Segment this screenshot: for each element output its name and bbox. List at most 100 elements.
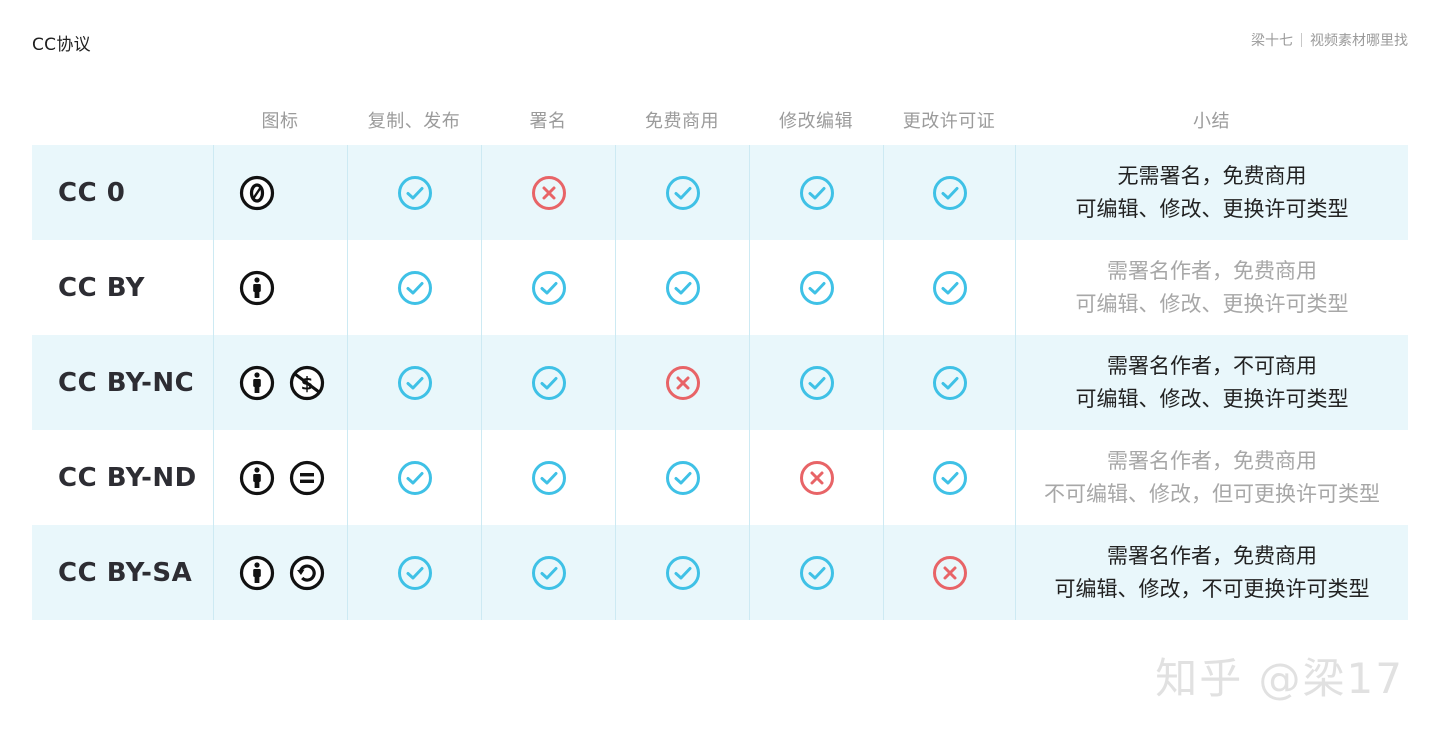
check-circle-icon: [665, 175, 701, 211]
check-circle-icon: [397, 175, 433, 211]
check-circle-icon: [799, 555, 835, 591]
table-row: CC BY-NC $ 需署名作者，不可商用可编辑、修改、更换许可类型: [32, 335, 1408, 430]
summary-line: 可编辑、修改，不可更换许可类型: [1054, 576, 1370, 601]
license-icons-cell: [213, 430, 347, 525]
header-attribution: 署名: [529, 111, 567, 132]
summary-cell: 需署名作者，免费商用可编辑、修改、更换许可类型: [1015, 240, 1408, 335]
cc-nd-noderivatives-icon: [289, 460, 325, 496]
caption-divider: [1301, 33, 1302, 47]
license-name: CC 0: [58, 177, 126, 208]
zhihu-watermark: 知乎 @梁17: [1155, 654, 1404, 703]
check-circle-icon: [799, 365, 835, 401]
cc-zero-icon: [239, 175, 275, 211]
cell-modify: [749, 240, 883, 335]
header-icons: 图标: [261, 111, 299, 132]
cell-attribution: [481, 430, 615, 525]
check-circle-icon: [799, 175, 835, 211]
check-circle-icon: [397, 365, 433, 401]
cell-change-license: [883, 145, 1015, 240]
top-right-caption: 梁十七 视频素材哪里找: [1251, 30, 1408, 50]
summary-cell: 需署名作者，不可商用可编辑、修改、更换许可类型: [1015, 335, 1408, 430]
check-circle-icon: [531, 460, 567, 496]
summary-cell: 无需署名，免费商用可编辑、修改、更换许可类型: [1015, 145, 1408, 240]
license-name-cell: CC BY: [32, 240, 213, 335]
license-name-cell: CC BY-SA: [32, 525, 213, 620]
cell-modify: [749, 145, 883, 240]
check-circle-icon: [932, 365, 968, 401]
cell-commercial: [615, 145, 749, 240]
cc-by-attribution-icon: [239, 555, 275, 591]
check-circle-icon: [665, 270, 701, 306]
check-circle-icon: [799, 270, 835, 306]
header-change-license: 更改许可证: [902, 111, 996, 132]
header-blank: [32, 96, 213, 144]
cell-attribution: [481, 240, 615, 335]
cell-change-license: [883, 335, 1015, 430]
author-label: 梁十七: [1251, 33, 1293, 49]
summary-line: 需署名作者，免费商用: [1107, 543, 1317, 568]
check-circle-icon: [665, 460, 701, 496]
cell-copy-publish: [347, 240, 481, 335]
check-circle-icon: [531, 270, 567, 306]
cell-commercial: [615, 240, 749, 335]
subtitle-label: 视频素材哪里找: [1310, 33, 1408, 49]
license-name: CC BY: [58, 272, 145, 303]
table-row: CC 0 无需署名，免费商用可编辑、修改、更换许可类型: [32, 145, 1408, 240]
check-circle-icon: [932, 175, 968, 211]
license-name: CC BY-NC: [58, 367, 195, 398]
cell-modify: [749, 525, 883, 620]
cell-copy-publish: [347, 525, 481, 620]
cross-circle-icon: [932, 555, 968, 591]
cell-copy-publish: [347, 430, 481, 525]
cc-nc-noncommercial-icon: $: [289, 365, 325, 401]
check-circle-icon: [932, 270, 968, 306]
summary-cell: 需署名作者，免费商用 不可编辑、修改，但可更换许可类型: [1015, 430, 1408, 525]
license-table: CC 0 无需署名，免费商用可编辑、修改、更换许可类型 CC BY 需署名作者，免费商…: [32, 145, 1408, 620]
header-copy-publish: 复制、发布: [367, 111, 461, 132]
cell-change-license: [883, 525, 1015, 620]
cell-modify: [749, 335, 883, 430]
license-name-cell: CC BY-NC: [32, 335, 213, 430]
cross-circle-icon: [799, 460, 835, 496]
cross-circle-icon: [531, 175, 567, 211]
header-summary: 小结: [1193, 111, 1230, 132]
license-icons-cell: [213, 525, 347, 620]
check-circle-icon: [397, 270, 433, 306]
check-circle-icon: [397, 460, 433, 496]
check-circle-icon: [665, 555, 701, 591]
summary-line: 需署名作者，免费商用: [1107, 258, 1317, 283]
check-circle-icon: [531, 365, 567, 401]
cross-circle-icon: [665, 365, 701, 401]
check-circle-icon: [397, 555, 433, 591]
cell-attribution: [481, 335, 615, 430]
cell-copy-publish: [347, 335, 481, 430]
license-icons-cell: [213, 145, 347, 240]
cell-attribution: [481, 145, 615, 240]
summary-line: 需署名作者，不可商用: [1107, 353, 1317, 378]
table-row: CC BY 需署名作者，免费商用可编辑、修改、更换许可类型: [32, 240, 1408, 335]
cell-commercial: [615, 430, 749, 525]
header-commercial: 免费商用: [645, 111, 719, 132]
cell-commercial: [615, 525, 749, 620]
check-circle-icon: [531, 555, 567, 591]
summary-line: 可编辑、修改、更换许可类型: [1075, 196, 1349, 221]
license-name-cell: CC BY-ND: [32, 430, 213, 525]
summary-cell: 需署名作者，免费商用可编辑、修改，不可更换许可类型: [1015, 525, 1408, 620]
summary-line: 可编辑、修改、更换许可类型: [1075, 291, 1349, 316]
license-name-cell: CC 0: [32, 145, 213, 240]
summary-line: 可编辑、修改、更换许可类型: [1075, 386, 1349, 411]
license-name: CC BY-SA: [58, 557, 193, 588]
cc-by-attribution-icon: [239, 270, 275, 306]
cell-copy-publish: [347, 145, 481, 240]
cc-by-attribution-icon: [239, 365, 275, 401]
cc-by-attribution-icon: [239, 460, 275, 496]
license-icons-cell: [213, 240, 347, 335]
cell-commercial: [615, 335, 749, 430]
license-name: CC BY-ND: [58, 462, 197, 493]
table-header: 图标 复制、发布 署名 免费商用 修改编辑 更改许可证 小结: [32, 96, 1408, 144]
cell-attribution: [481, 525, 615, 620]
page-title: CC协议: [32, 35, 91, 55]
table-row: CC BY-SA 需署名作者，免费商用可编辑、修改，不可更换许可类型: [32, 525, 1408, 620]
cell-change-license: [883, 240, 1015, 335]
summary-line: 无需署名，免费商用: [1117, 163, 1307, 188]
